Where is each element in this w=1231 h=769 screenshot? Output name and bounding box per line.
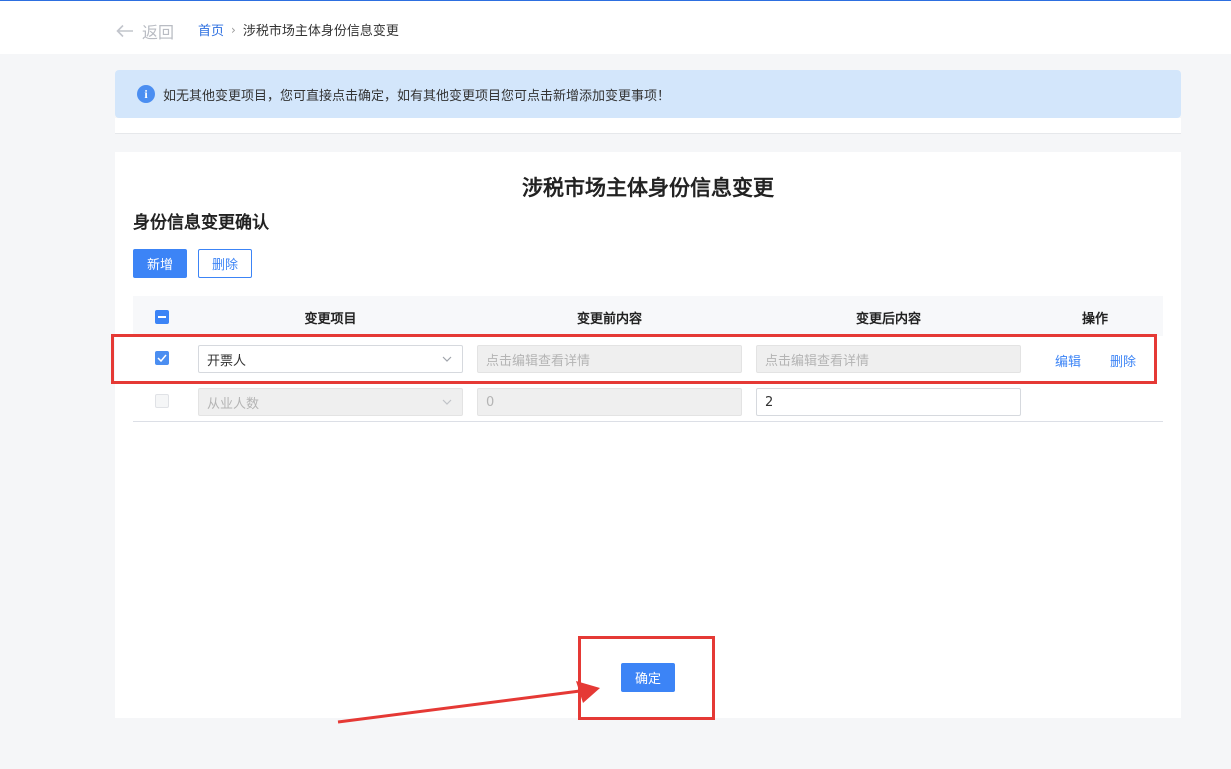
- item-select: 从业人数: [198, 388, 463, 416]
- row-delete-link[interactable]: 删除: [1110, 351, 1136, 370]
- after-content-placeholder: 点击编辑查看详情: [765, 353, 870, 369]
- main-panel: 涉税市场主体身份信息变更 身份信息变更确认 新增 删除 变更项目 变更前内容 变…: [115, 152, 1181, 718]
- table-header: 变更项目 变更前内容 变更后内容 操作: [133, 296, 1163, 336]
- notice-text: 如无其他变更项目，您可直接点击确定，如有其他变更项目您可点击新增添加变更事项！: [163, 88, 671, 104]
- header-after: 变更后内容: [855, 312, 921, 327]
- before-content-value: 0: [486, 394, 495, 410]
- table-row: 从业人数 0 2: [133, 379, 1163, 422]
- chevron-down-icon: [442, 356, 452, 362]
- section-title: 身份信息变更确认: [133, 213, 269, 233]
- table-row: 开票人 点击编辑查看详情 点击编辑查看详情 编辑 删除: [133, 336, 1163, 379]
- before-content-field: 点击编辑查看详情: [477, 345, 742, 373]
- arrow-left-icon: [116, 24, 133, 38]
- back-label: 返回: [142, 23, 175, 42]
- item-select[interactable]: 开票人: [198, 345, 463, 373]
- page-header: 返回 首页 › 涉税市场主体身份信息变更: [0, 1, 1231, 54]
- select-all-checkbox[interactable]: [155, 310, 169, 324]
- after-content-input[interactable]: 2: [756, 388, 1021, 416]
- breadcrumb-home-link[interactable]: 首页: [198, 20, 224, 39]
- row-checkbox[interactable]: [155, 351, 169, 365]
- delete-button[interactable]: 删除: [198, 249, 252, 278]
- item-select-value: 开票人: [207, 353, 247, 369]
- confirm-button[interactable]: 确定: [621, 663, 675, 692]
- edit-link[interactable]: 编辑: [1055, 351, 1081, 370]
- before-content-placeholder: 点击编辑查看详情: [486, 353, 591, 369]
- after-content-value: 2: [765, 394, 774, 410]
- chevron-down-icon: [442, 399, 452, 405]
- header-before: 变更前内容: [576, 312, 642, 327]
- breadcrumb: 首页 › 涉税市场主体身份信息变更: [198, 20, 399, 40]
- breadcrumb-separator-icon: ›: [231, 22, 236, 37]
- item-select-value: 从业人数: [207, 396, 260, 412]
- breadcrumb-current: 涉税市场主体身份信息变更: [242, 24, 399, 39]
- row-checkbox[interactable]: [155, 394, 169, 408]
- before-content-field: 0: [477, 388, 742, 416]
- after-content-field: 点击编辑查看详情: [756, 345, 1021, 373]
- info-notice: i 如无其他变更项目，您可直接点击确定，如有其他变更项目您可点击新增添加变更事项…: [115, 70, 1181, 118]
- header-item: 变更项目: [304, 312, 357, 327]
- page-title: 涉税市场主体身份信息变更: [522, 176, 774, 200]
- divider-strip: [115, 118, 1181, 134]
- info-icon: i: [137, 85, 155, 103]
- check-icon: [157, 354, 167, 362]
- header-actions: 操作: [1081, 312, 1108, 327]
- add-button[interactable]: 新增: [133, 249, 187, 278]
- back-button[interactable]: 返回: [116, 19, 174, 43]
- change-table: 变更项目 变更前内容 变更后内容 操作 开票人 点击编辑查看详情 点击编辑查看详: [133, 296, 1163, 422]
